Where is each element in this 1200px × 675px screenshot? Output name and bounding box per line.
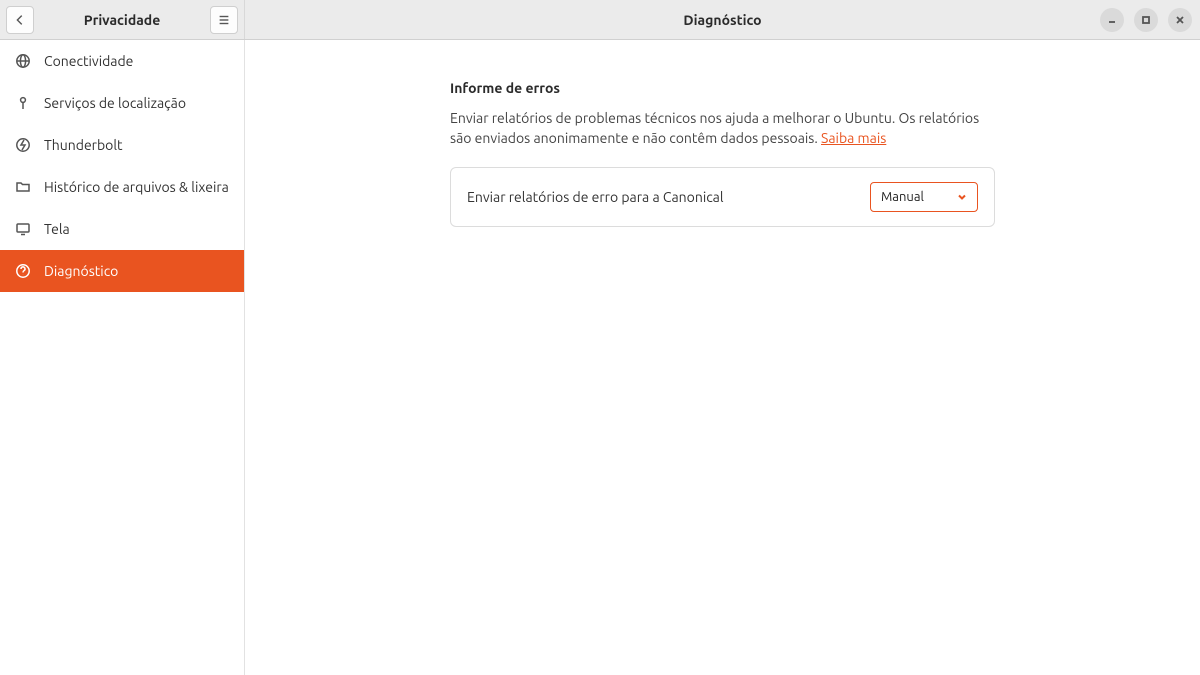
folder-icon (14, 178, 32, 196)
maximize-button[interactable] (1134, 8, 1158, 32)
content-area: Informe de erros Enviar relatórios de pr… (245, 40, 1200, 675)
help-icon (14, 262, 32, 280)
minimize-button[interactable] (1100, 8, 1124, 32)
section-desc-text: Enviar relatórios de problemas técnicos … (450, 110, 979, 146)
learn-more-link[interactable]: Saiba mais (821, 130, 886, 146)
thunderbolt-icon (14, 136, 32, 154)
setting-row-error-reports: Enviar relatórios de erro para a Canonic… (450, 167, 995, 227)
sidebar-item-diagnostico[interactable]: Diagnóstico (0, 250, 244, 292)
maximize-icon (1141, 15, 1151, 25)
section-description: Enviar relatórios de problemas técnicos … (450, 108, 995, 149)
body: Conectividade Serviços de localização Th… (0, 40, 1200, 675)
location-icon (14, 94, 32, 112)
sidebar-item-thunderbolt[interactable]: Thunderbolt (0, 124, 244, 166)
window-controls (1100, 8, 1192, 32)
sidebar-item-label: Serviços de localização (44, 95, 186, 111)
sidebar-item-label: Tela (44, 221, 70, 237)
hamburger-icon (217, 13, 231, 27)
chevron-left-icon (13, 13, 27, 27)
setting-label: Enviar relatórios de erro para a Canonic… (467, 189, 724, 205)
display-icon (14, 220, 32, 238)
content-inner: Informe de erros Enviar relatórios de pr… (450, 80, 995, 227)
sidebar: Conectividade Serviços de localização Th… (0, 40, 245, 675)
sidebar-item-tela[interactable]: Tela (0, 208, 244, 250)
sidebar-item-historico[interactable]: Histórico de arquivos & lixeira (0, 166, 244, 208)
back-button[interactable] (6, 6, 34, 34)
section-title: Informe de erros (450, 80, 995, 96)
hamburger-menu-button[interactable] (210, 6, 238, 34)
minimize-icon (1107, 15, 1117, 25)
chevron-down-icon (957, 192, 967, 202)
close-icon (1175, 15, 1185, 25)
sidebar-item-label: Conectividade (44, 53, 133, 69)
error-report-dropdown[interactable]: Manual (870, 182, 978, 212)
sidebar-item-label: Histórico de arquivos & lixeira (44, 179, 229, 195)
headerbar-left: Privacidade (0, 0, 245, 39)
page-title: Diagnóstico (683, 12, 761, 28)
sidebar-item-label: Diagnóstico (44, 263, 118, 279)
headerbar: Privacidade Diagnóstico (0, 0, 1200, 40)
dropdown-value: Manual (881, 190, 924, 204)
headerbar-right: Diagnóstico (245, 0, 1200, 39)
sidebar-item-conectividade[interactable]: Conectividade (0, 40, 244, 82)
close-button[interactable] (1168, 8, 1192, 32)
sidebar-item-localizacao[interactable]: Serviços de localização (0, 82, 244, 124)
globe-icon (14, 52, 32, 70)
settings-window: Privacidade Diagnóstico (0, 0, 1200, 675)
sidebar-item-label: Thunderbolt (44, 137, 123, 153)
sidebar-title: Privacidade (40, 12, 204, 28)
